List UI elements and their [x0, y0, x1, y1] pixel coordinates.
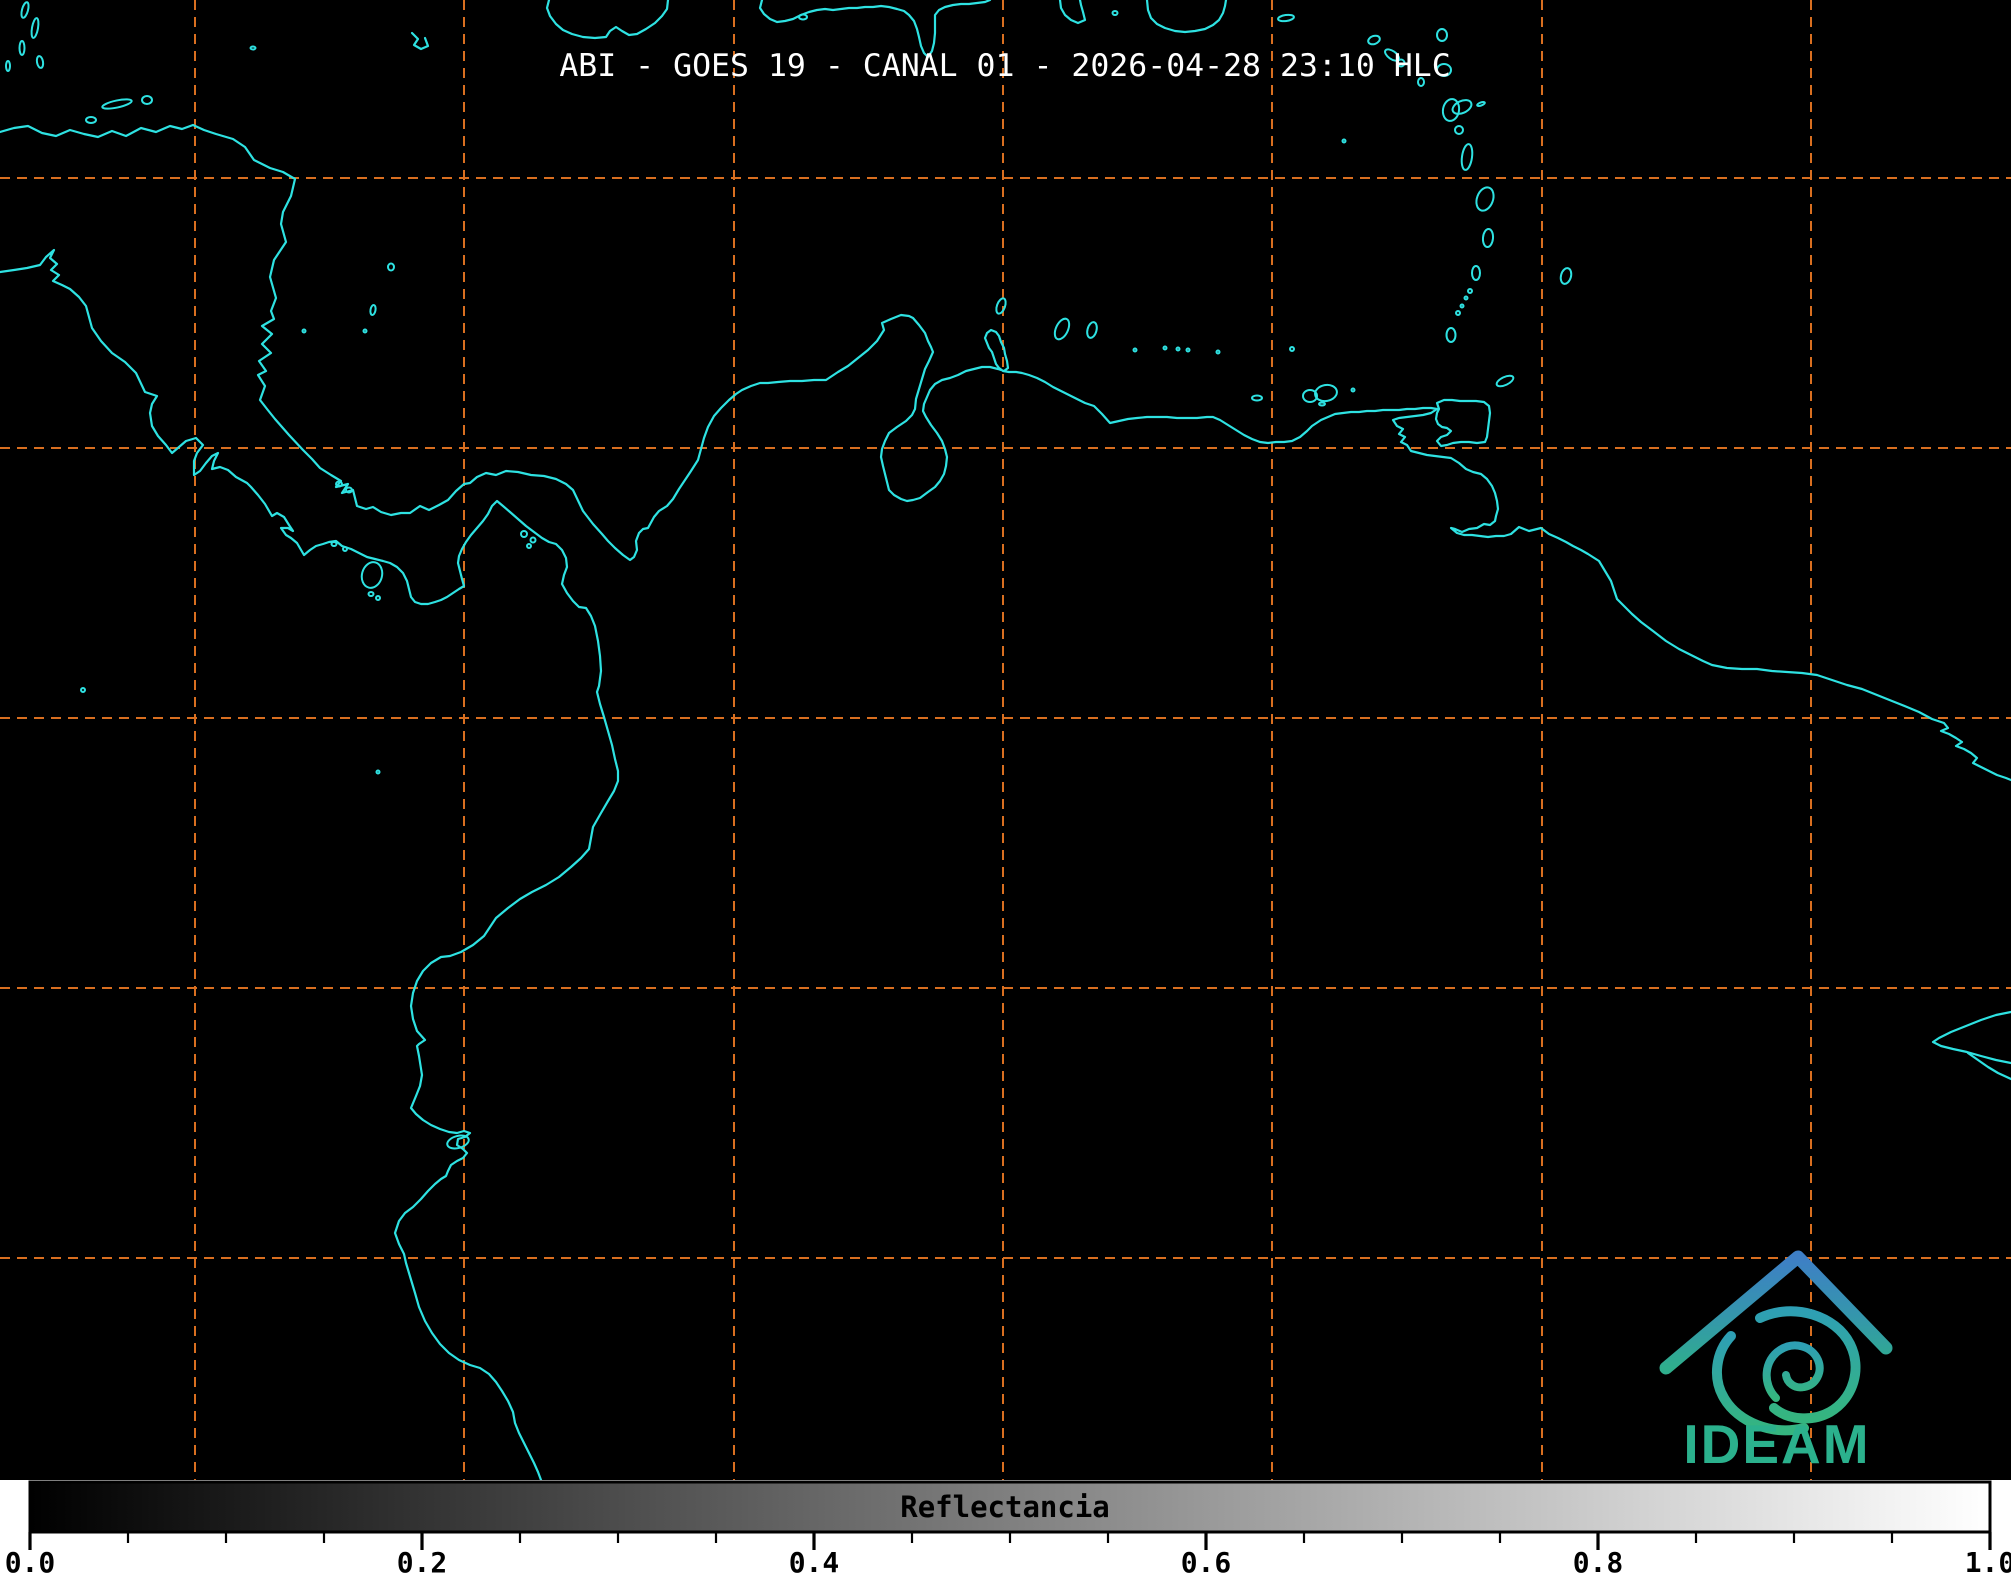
- colorbar-tick-label: 0.8: [1573, 1546, 1624, 1577]
- colorbar: Reflectancia 0.0 0.2 0.4 0.6 0.8 1.0: [0, 1480, 2011, 1577]
- colorbar-label: Reflectancia: [900, 1490, 1110, 1524]
- colorbar-tick-label: 0.4: [789, 1546, 840, 1577]
- colorbar-tick-label: 1.0: [1965, 1546, 2011, 1577]
- satellite-image-product: ABI - GOES 19 - CANAL 01 - 2026-04-28 23…: [0, 0, 2011, 1577]
- colorbar-tick-label: 0.0: [5, 1546, 56, 1577]
- colorbar-tick-label: 0.6: [1181, 1546, 1232, 1577]
- colorbar-tick-label: 0.2: [397, 1546, 448, 1577]
- map-title: ABI - GOES 19 - CANAL 01 - 2026-04-28 23…: [559, 48, 1450, 84]
- ideam-logo-text: IDEAM: [1683, 1413, 1870, 1475]
